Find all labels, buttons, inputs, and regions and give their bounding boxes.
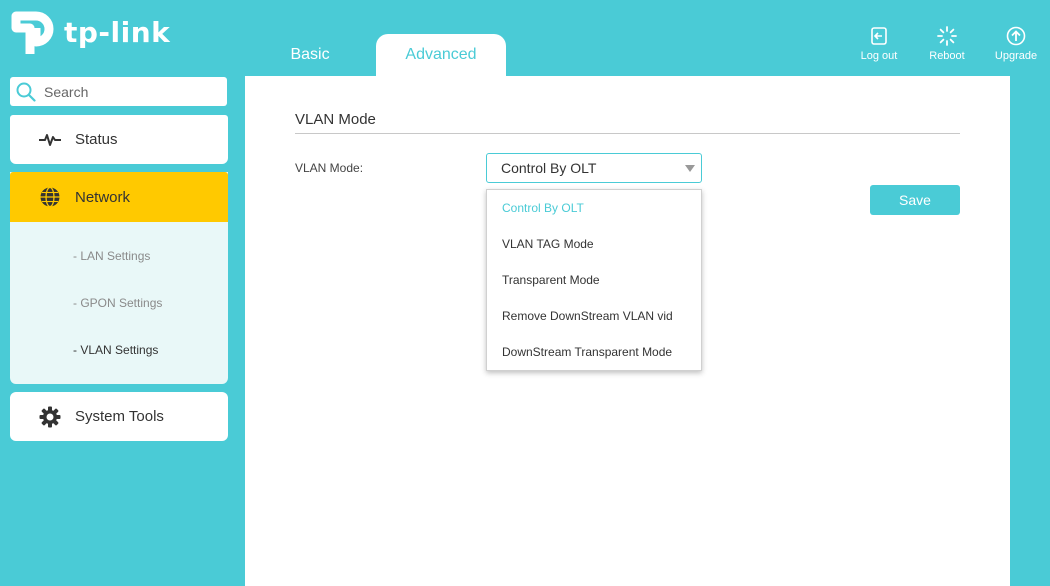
reboot-icon bbox=[937, 26, 957, 46]
gear-icon bbox=[38, 406, 62, 428]
vlan-mode-option[interactable]: Remove DownStream VLAN vid bbox=[502, 309, 673, 323]
vlan-mode-option[interactable]: Control By OLT bbox=[502, 201, 584, 215]
vlan-mode-option[interactable]: DownStream Transparent Mode bbox=[502, 345, 672, 359]
logout-button[interactable]: Log out bbox=[851, 26, 907, 62]
upgrade-button[interactable]: Upgrade bbox=[988, 26, 1044, 62]
section-title: VLAN Mode bbox=[295, 111, 376, 128]
logout-icon bbox=[871, 27, 887, 45]
vlan-mode-select[interactable]: Control By OLT bbox=[486, 153, 702, 183]
search-input[interactable] bbox=[44, 83, 214, 100]
vlan-mode-label: VLAN Mode: bbox=[295, 161, 364, 175]
sidebar-item-status-label: Status bbox=[75, 131, 118, 148]
section-divider bbox=[295, 133, 960, 134]
search-icon bbox=[16, 82, 36, 102]
upgrade-label: Upgrade bbox=[994, 50, 1038, 62]
main-panel: VLAN Mode VLAN Mode: Control By OLT Cont… bbox=[245, 76, 1010, 586]
sidebar-subitem-lan-settings[interactable]: - LAN Settings bbox=[73, 249, 150, 263]
tp-link-logo-icon bbox=[11, 11, 54, 54]
brand-name: tp-link bbox=[64, 15, 171, 49]
sidebar-subitem-vlan-settings[interactable]: - VLAN Settings bbox=[73, 343, 158, 357]
sidebar-subitem-gpon-settings[interactable]: - GPON Settings bbox=[73, 296, 162, 310]
sidebar-item-system-tools[interactable]: System Tools bbox=[10, 392, 228, 441]
reboot-button[interactable]: Reboot bbox=[919, 26, 975, 62]
sidebar-item-status[interactable]: Status bbox=[10, 115, 228, 164]
vlan-mode-dropdown: Control By OLT VLAN TAG Mode Transparent… bbox=[486, 189, 702, 371]
save-button[interactable]: Save bbox=[870, 185, 960, 215]
tab-advanced[interactable]: Advanced bbox=[376, 34, 506, 76]
reboot-label: Reboot bbox=[929, 50, 965, 62]
vlan-mode-option[interactable]: VLAN TAG Mode bbox=[502, 237, 594, 251]
chevron-down-icon bbox=[685, 165, 695, 172]
search-box[interactable] bbox=[10, 77, 227, 106]
vlan-mode-option[interactable]: Transparent Mode bbox=[502, 273, 600, 287]
sidebar-item-system-tools-label: System Tools bbox=[75, 408, 164, 425]
tp-link-logo: tp-link bbox=[10, 8, 170, 56]
upgrade-icon bbox=[1006, 26, 1026, 46]
sidebar-network-group: Network - LAN Settings - GPON Settings -… bbox=[10, 172, 228, 384]
globe-icon bbox=[38, 186, 62, 208]
sidebar-item-network[interactable]: Network bbox=[10, 172, 228, 222]
logout-label: Log out bbox=[860, 50, 898, 62]
vlan-mode-selected-value: Control By OLT bbox=[501, 160, 597, 176]
sidebar-item-network-label: Network bbox=[75, 188, 131, 206]
pulse-icon bbox=[38, 133, 62, 147]
tab-basic[interactable]: Basic bbox=[270, 34, 350, 76]
